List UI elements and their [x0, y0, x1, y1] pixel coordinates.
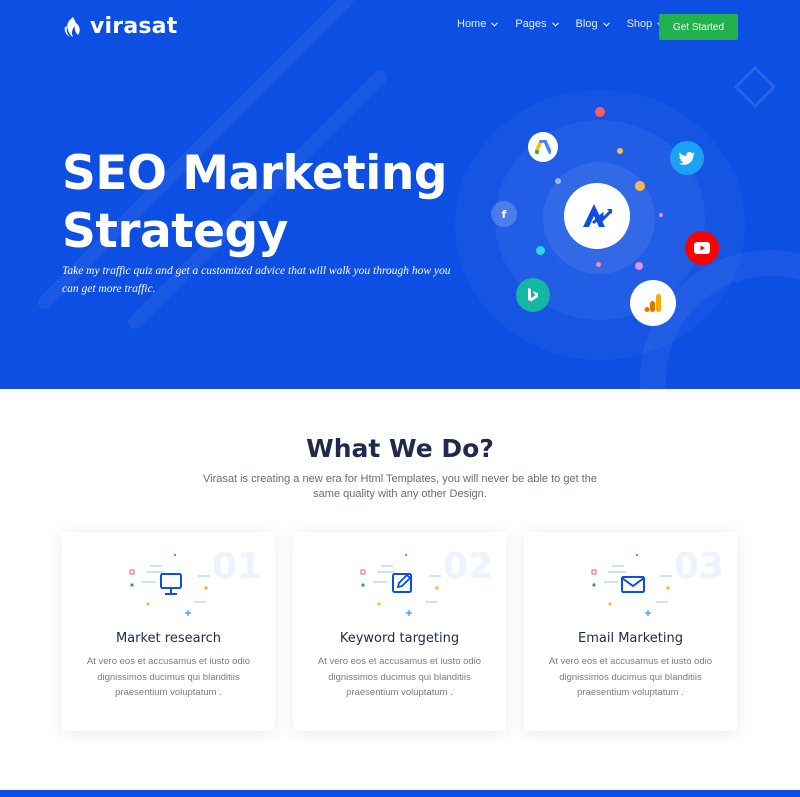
hero-title-line-2: Strategy [62, 204, 288, 259]
hero-section: virasat Home Pages Blog Shop Get Started… [0, 0, 800, 389]
nav-item-home[interactable]: Home [457, 18, 499, 30]
chevron-down-icon [602, 21, 610, 27]
decorative-dot [595, 107, 605, 117]
nav-label: Shop [626, 18, 653, 30]
card-title: Keyword targeting [339, 631, 460, 646]
nav-label: Blog [575, 18, 598, 30]
card-text: At vero eos et accusamus et iusto odio d… [86, 656, 251, 698]
chevron-down-icon [491, 21, 499, 27]
decorative-dot [635, 181, 645, 191]
envelope-icon [591, 554, 672, 616]
nav-label: Pages [515, 18, 547, 30]
decorative-dot [596, 262, 601, 267]
card-title: Market research [115, 631, 222, 646]
card-title: Email Marketing [578, 631, 683, 646]
decorative-dot [555, 178, 561, 184]
nav-item-pages[interactable]: Pages [515, 18, 559, 30]
service-card-keyword-targeting[interactable]: 02 Keyword targeting At vero eos et accu… [293, 532, 506, 731]
decorative-dot [536, 246, 545, 255]
section-title: What We Do? [306, 434, 494, 463]
facebook-icon: f [491, 201, 517, 227]
section-description: Virasat is creating a new era for Html T… [203, 473, 597, 500]
analytics-icon [630, 280, 676, 326]
hero-title: SEO Marketing Strategy [62, 145, 482, 261]
chevron-down-icon [551, 21, 559, 27]
nav-label: Home [457, 18, 487, 30]
brand-name: virasat [90, 14, 178, 39]
hero-title-line-1: SEO Marketing [62, 146, 448, 201]
get-started-button[interactable]: Get Started [659, 14, 738, 40]
youtube-icon [685, 231, 719, 265]
decorative-dot [617, 148, 623, 154]
service-card-market-research[interactable]: 01 Market research At vero eos et accusa… [62, 532, 275, 731]
hero-illustration: f [455, 90, 755, 360]
decorative-dot [635, 262, 643, 270]
nav-item-blog[interactable]: Blog [576, 18, 610, 30]
bing-icon [516, 278, 550, 312]
service-card-email-marketing[interactable]: 03 Email Marketing At vero eos et accusa… [524, 532, 737, 731]
card-text: At vero eos et accusamus et iusto odio d… [317, 656, 482, 698]
next-section-edge [0, 790, 800, 797]
main-nav: Home Pages Blog Shop [457, 18, 665, 30]
card-text: At vero eos et accusamus et iusto odio d… [548, 656, 713, 698]
twitter-icon [670, 141, 704, 175]
monitor-icon [129, 554, 210, 616]
google-ads-icon [528, 132, 558, 162]
hero-subtitle: Take my traffic quiz and get a customize… [62, 265, 451, 295]
flame-logo-icon [64, 16, 80, 37]
center-logo-icon [564, 183, 630, 249]
decorative-dot [659, 213, 663, 217]
edit-icon [360, 554, 441, 616]
brand-logo[interactable]: virasat [62, 14, 177, 39]
